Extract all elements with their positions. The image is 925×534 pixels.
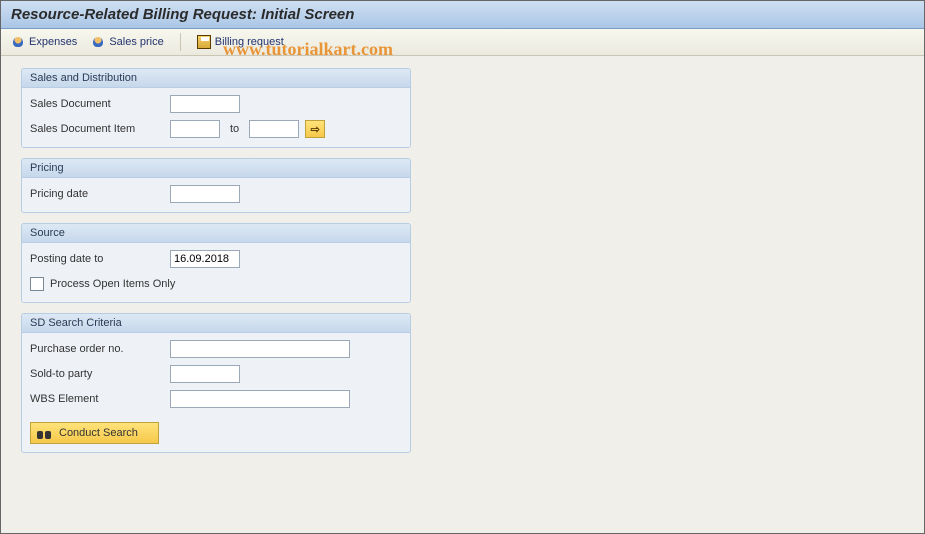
posting-date-label: Posting date to [30, 253, 170, 265]
arrow-right-icon: ⇨ [311, 123, 320, 136]
to-label: to [230, 123, 239, 135]
group-title: Source [22, 224, 410, 243]
save-icon [197, 35, 211, 49]
billing-request-label: Billing request [215, 36, 284, 48]
wbs-element-input[interactable] [170, 390, 350, 408]
billing-request-button[interactable]: Billing request [197, 35, 284, 49]
sales-document-label: Sales Document [30, 98, 170, 110]
purchase-order-input[interactable] [170, 340, 350, 358]
sales-document-item-label: Sales Document Item [30, 123, 170, 135]
wbs-label: WBS Element [30, 393, 170, 405]
group-title: SD Search Criteria [22, 314, 410, 333]
app-toolbar: Expenses Sales price Billing request [1, 29, 924, 56]
group-source: Source Posting date to Process Open Item… [21, 223, 411, 303]
sold-to-party-input[interactable] [170, 365, 240, 383]
toolbar-separator [180, 33, 181, 51]
multiple-selection-button[interactable]: ⇨ [305, 120, 325, 138]
pricing-date-input[interactable] [170, 185, 240, 203]
process-open-items-checkbox[interactable] [30, 277, 44, 291]
binoculars-icon [37, 427, 51, 439]
person-icon [91, 35, 105, 49]
sales-document-input[interactable] [170, 95, 240, 113]
process-open-items-label: Process Open Items Only [50, 278, 175, 290]
group-title: Sales and Distribution [22, 69, 410, 88]
sales-document-item-from-input[interactable] [170, 120, 220, 138]
person-icon [11, 35, 25, 49]
posting-date-input[interactable] [170, 250, 240, 268]
soldto-label: Sold-to party [30, 368, 170, 380]
group-sd-search: SD Search Criteria Purchase order no. So… [21, 313, 411, 453]
conduct-search-button[interactable]: Conduct Search [30, 422, 159, 444]
po-label: Purchase order no. [30, 343, 170, 355]
group-title: Pricing [22, 159, 410, 178]
page-title: Resource-Related Billing Request: Initia… [1, 1, 924, 29]
sales-price-button[interactable]: Sales price [91, 35, 163, 49]
group-pricing: Pricing Pricing date [21, 158, 411, 213]
conduct-search-label: Conduct Search [59, 427, 138, 439]
pricing-date-label: Pricing date [30, 188, 170, 200]
expenses-label: Expenses [29, 36, 77, 48]
sales-price-label: Sales price [109, 36, 163, 48]
form-content: Sales and Distribution Sales Document Sa… [1, 56, 924, 475]
expenses-button[interactable]: Expenses [11, 35, 77, 49]
sales-document-item-to-input[interactable] [249, 120, 299, 138]
group-sales-distribution: Sales and Distribution Sales Document Sa… [21, 68, 411, 148]
